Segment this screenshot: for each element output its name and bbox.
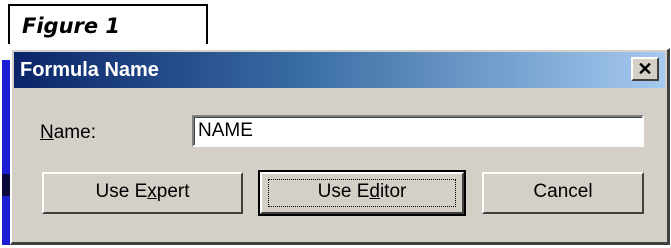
edge-mark	[2, 174, 10, 196]
figure-caption-text: Figure 1	[22, 14, 121, 38]
use-editor-label: Use Editor	[317, 181, 407, 202]
formula-name-dialog: Formula Name ✕ Name: Use Expert Use Edit…	[10, 48, 670, 245]
figure-caption: Figure 1	[8, 4, 208, 44]
cancel-button[interactable]: Cancel	[482, 172, 644, 214]
dialog-title: Formula Name	[20, 59, 159, 81]
title-bar[interactable]: Formula Name ✕	[14, 52, 665, 88]
use-expert-label: Use Expert	[95, 181, 190, 202]
name-field-label: Name:	[40, 122, 96, 143]
name-input[interactable]	[192, 115, 644, 147]
close-icon: ✕	[637, 59, 653, 79]
use-editor-button[interactable]: Use Editor	[258, 170, 466, 216]
cancel-label: Cancel	[533, 181, 593, 202]
use-expert-button[interactable]: Use Expert	[42, 172, 243, 214]
close-button[interactable]: ✕	[631, 57, 659, 81]
